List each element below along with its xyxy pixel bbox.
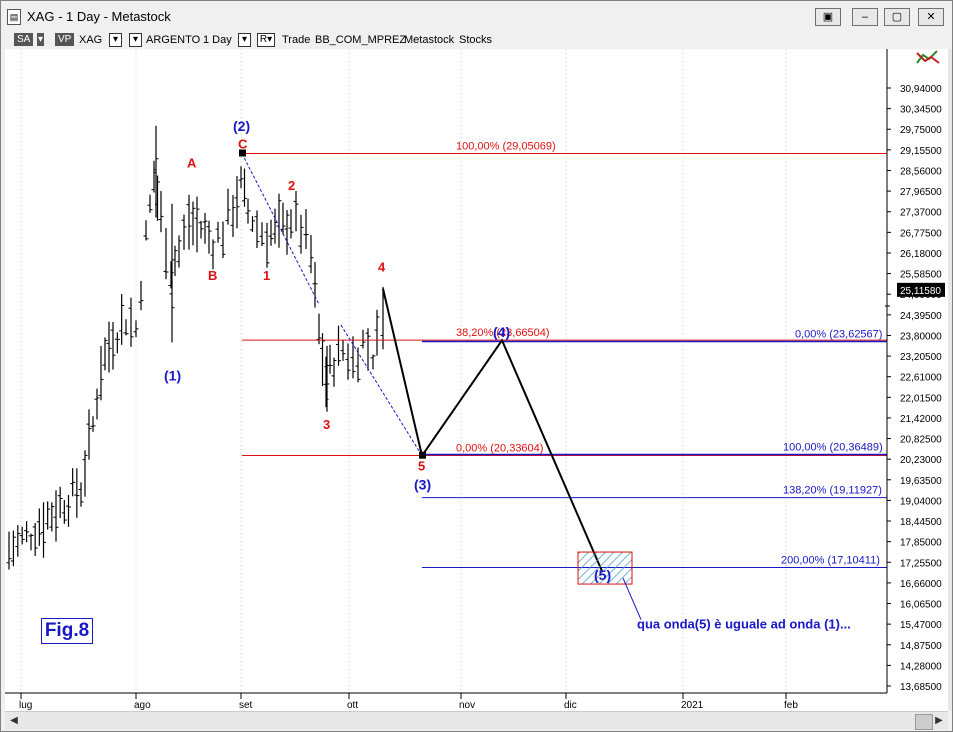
y-tick-label: 26,77500 — [900, 228, 942, 239]
fib-projection-label: 0,00% (23,62567) — [795, 328, 882, 340]
figure-label: Fig.8 — [41, 618, 93, 644]
scroll-left-icon[interactable]: ◀ — [7, 714, 21, 728]
price-chart[interactable]: 100,00% (29,05069) 38,20% (23,66504) 0,00%… — [5, 49, 948, 711]
y-tick-label: 29,75000 — [900, 125, 942, 136]
title-bar[interactable]: ▤ XAG - 1 Day - Metastock ▣ ‒ ▢ ✕ — [1, 1, 952, 31]
x-tick-label: lug — [19, 700, 32, 711]
y-tick-label: 25,58500 — [900, 270, 942, 281]
x-tick-label: 2021 — [681, 700, 704, 711]
x-tick-label: nov — [459, 700, 475, 711]
sa-dropdown-icon[interactable]: ▾ — [37, 33, 45, 46]
x-tick-label: feb — [784, 700, 798, 711]
y-tick-label: 17,85000 — [900, 538, 942, 549]
wave-label-blue: (2) — [233, 118, 250, 134]
fib-projection-label: 138,20% (19,11927) — [783, 485, 882, 497]
wave-label-red: 4 — [378, 259, 386, 274]
y-tick-label: 22,61000 — [900, 373, 942, 384]
x-tick-label: ago — [134, 700, 151, 711]
y-tick-label: 27,96500 — [900, 187, 942, 198]
annotation-text: qua onda(5) è uguale ad onda (1)... — [637, 616, 851, 631]
y-tick-label: 29,15500 — [900, 146, 942, 157]
trade-arrows-icon[interactable] — [916, 50, 940, 64]
y-tick-label: 15,47000 — [900, 620, 942, 631]
y-tick-label: 19,04000 — [900, 496, 942, 507]
right-scroll-edge — [948, 49, 952, 711]
y-tick-label: 30,94000 — [900, 84, 942, 95]
fib-projection-label: 200,00% (17,10411) — [781, 555, 880, 567]
last-price-label: 25,11580 — [900, 286, 941, 297]
r-dropdown[interactable]: R▾ — [257, 33, 275, 47]
wave-labels: 100,00% (29,05069)38,20% (23,66504)0,00%… — [164, 118, 883, 631]
analysis-lines — [239, 149, 887, 620]
wave-label-red: C — [238, 136, 248, 151]
y-tick-label: 30,34500 — [900, 105, 942, 116]
y-tick-label: 28,56000 — [900, 166, 942, 177]
y-tick-label: 22,01500 — [900, 393, 942, 404]
x-tick-label: ott — [347, 700, 358, 711]
wave-label-red: 3 — [323, 417, 330, 432]
wave-label-red: A — [187, 155, 197, 170]
wave-label-blue: (1) — [164, 368, 181, 384]
name-dropdown-icon[interactable]: ▾ — [129, 33, 142, 47]
window-title: XAG - 1 Day - Metastock — [27, 9, 171, 24]
period-dropdown-icon[interactable]: ▾ — [238, 33, 251, 47]
wave-label-blue: (5) — [594, 567, 611, 583]
y-tick-label: 20,82500 — [900, 435, 942, 446]
chart-doc-icon: ▤ — [7, 9, 21, 25]
scroll-thumb[interactable] — [915, 714, 933, 730]
x-tick-label: dic — [564, 700, 577, 711]
source-label: Metastock — [404, 34, 455, 46]
wave-label-red: 1 — [263, 268, 270, 283]
y-tick-label: 14,28000 — [900, 661, 942, 672]
wave-label-blue: (3) — [414, 477, 431, 493]
y-tick-label: 18,44500 — [900, 517, 942, 528]
symbol-dropdown-icon[interactable]: ▾ — [109, 33, 122, 47]
scroll-right-icon[interactable]: ▶ — [932, 714, 946, 728]
type-label: Stocks — [459, 34, 493, 46]
trade-label[interactable]: Trade — [282, 33, 310, 47]
y-tick-label: 16,06500 — [900, 600, 942, 611]
chart-grid — [20, 49, 787, 693]
x-tick-label: set — [239, 700, 253, 711]
vp-button[interactable]: VP — [55, 33, 75, 46]
y-tick-label: 21,42000 — [900, 414, 942, 425]
chart-canvas[interactable]: 100,00% (29,05069)38,20% (23,66504)0,00%… — [5, 49, 948, 711]
y-tick-label: 16,66000 — [900, 579, 942, 590]
chart-toolbar: SA ▾ VP XAG ▾ ▾ ARGENTO 1 Day ▾ R▾ Trade… — [1, 31, 952, 49]
y-tick-label: 13,68500 — [900, 682, 942, 693]
sa-button[interactable]: SA — [14, 33, 34, 46]
wave-label-blue: (4) — [493, 324, 510, 340]
y-tick-label: 17,25500 — [900, 558, 942, 569]
minimize-button[interactable]: ‒ — [852, 8, 878, 26]
r-label: R — [259, 34, 268, 45]
y-tick-label: 20,23000 — [900, 455, 942, 466]
metastock-window: ▤ XAG - 1 Day - Metastock ▣ ‒ ▢ ✕ SA ▾ V… — [0, 0, 953, 732]
y-tick-label: 19,63500 — [900, 476, 942, 487]
wave-label-red: B — [208, 268, 217, 283]
y-tick-label: 27,37000 — [900, 208, 942, 219]
close-button[interactable]: ✕ — [918, 8, 944, 26]
y-tick-label: 14,87500 — [900, 641, 942, 652]
dashed-trendline — [241, 153, 320, 305]
template-label: BB_COM_MPREZ — [315, 34, 407, 46]
fib-retracement-label: 100,00% (29,05069) — [456, 140, 556, 152]
y-tick-label: 23,80000 — [900, 331, 942, 342]
y-tick-label: 23,20500 — [900, 352, 942, 363]
period-label[interactable]: 1 Day — [203, 33, 232, 47]
horizontal-scrollbar[interactable]: ◀ ▶ — [5, 711, 948, 730]
wave-label-red: 5 — [418, 459, 425, 474]
fib-projection-label: 100,00% (20,36489) — [783, 441, 883, 453]
price-axis: 30,94000 30,34500 29,75000 29,15500 28,56000… — [885, 49, 945, 693]
fib-retracement-label: 0,00% (20,33604) — [456, 442, 543, 454]
y-tick-label: 24,39500 — [900, 311, 942, 322]
restore-view-button[interactable]: ▣ — [815, 8, 841, 26]
maximize-button[interactable]: ▢ — [884, 8, 910, 26]
wave-label-red: 2 — [288, 178, 295, 193]
symbol-label[interactable]: XAG — [79, 33, 102, 47]
time-axis: lug ago set ott nov dic 2021 feb — [5, 692, 887, 711]
price-bars — [6, 125, 386, 570]
security-name: ARGENTO — [146, 34, 201, 46]
y-tick-label: 26,18000 — [900, 249, 942, 260]
